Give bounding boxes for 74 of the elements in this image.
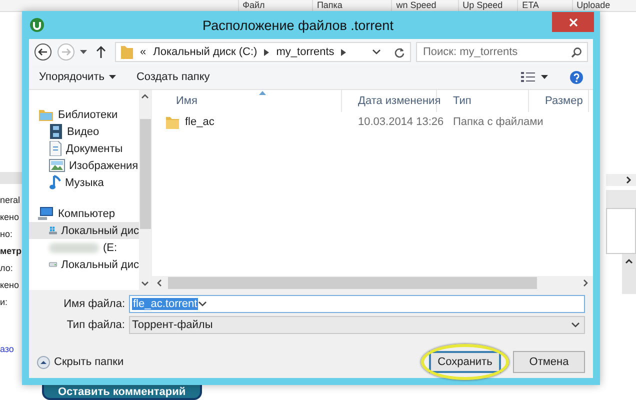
folder-icon — [121, 45, 133, 59]
sidebar-item[interactable]: Компьютер — [29, 205, 139, 222]
path-overflow[interactable]: « — [140, 46, 146, 58]
tab-strip — [606, 190, 636, 208]
vertical-scrollbar[interactable] — [622, 254, 636, 294]
sidebar-item[interactable]: Музыка — [29, 174, 139, 191]
comment-button[interactable]: Оставить комментарий — [42, 385, 202, 400]
field-label: ло: — [0, 263, 14, 273]
list-panel — [606, 208, 636, 254]
sidebar-item[interactable]: Локальный дис — [29, 256, 139, 273]
search-icon — [571, 47, 582, 58]
close-icon — [568, 18, 578, 26]
music-note-icon — [49, 175, 61, 190]
sort-arrow-icon — [258, 91, 266, 95]
splitter-bar — [0, 172, 22, 184]
chevron-down-icon[interactable] — [571, 322, 580, 328]
film-icon — [49, 124, 63, 139]
close-button[interactable] — [552, 12, 594, 32]
sidebar-item[interactable]: Документы — [29, 140, 139, 157]
new-folder-button[interactable]: Создать папку — [132, 69, 214, 85]
filetype-dropdown[interactable]: Торрент-файлы — [129, 316, 585, 334]
dropdown-caret-icon — [109, 75, 116, 79]
horizontal-scrollbar[interactable] — [606, 174, 636, 186]
link[interactable]: азо — [0, 344, 22, 354]
dialog-button[interactable]: Сохранить — [429, 351, 501, 373]
folder-icon — [166, 116, 179, 128]
help-icon[interactable] — [570, 70, 583, 84]
chevron-down-icon[interactable] — [372, 49, 381, 55]
drive-icon — [49, 260, 58, 269]
document-icon — [49, 141, 62, 156]
field-label: метр — [0, 246, 22, 256]
picture-icon — [49, 159, 65, 172]
sidebar-item[interactable]: (E: — [29, 239, 139, 256]
computer-icon — [38, 206, 54, 220]
dialog-button[interactable]: Отмена — [513, 351, 585, 373]
field-label: но: — [0, 229, 14, 239]
chevron-right-icon[interactable] — [341, 48, 346, 56]
list-view-icon[interactable] — [521, 72, 535, 82]
horizontal-scrollbar[interactable] — [152, 276, 593, 290]
chevron-down-icon[interactable] — [198, 301, 208, 307]
file-date: 10.03.2014 13:26 — [358, 116, 444, 128]
column-header[interactable]: Имя — [152, 90, 342, 112]
dropdown-caret-icon[interactable] — [80, 50, 87, 54]
breadcrumb[interactable]: my_torrents — [276, 46, 334, 58]
blurred-icon — [49, 242, 99, 252]
window-title: Расположение файлов .torrent — [202, 18, 394, 32]
sidebar-item[interactable]: Изображения — [29, 157, 139, 174]
sidebar-item[interactable]: Локальный дис — [29, 222, 139, 239]
sidebar-item[interactable]: Библиотеки — [29, 106, 139, 123]
address-bar[interactable]: « Локальный диск (C:) my_torrents — [115, 42, 411, 62]
field-label: кено — [0, 212, 20, 222]
field-label: кено — [0, 280, 20, 290]
column-header[interactable]: Размер — [529, 90, 589, 112]
file-type: Папка с файлами — [453, 116, 544, 128]
filetype-label: Тип файла: — [66, 319, 125, 331]
dropdown-caret-icon[interactable] — [541, 75, 548, 79]
hide-folders-button[interactable]: Скрыть папки — [37, 356, 124, 368]
chevron-right-icon[interactable] — [264, 48, 270, 56]
refresh-icon[interactable] — [394, 46, 405, 58]
file-name[interactable]: fle_ac — [185, 116, 214, 128]
field-label: и: — [0, 297, 9, 307]
vertical-scrollbar[interactable] — [139, 90, 151, 290]
collapse-icon — [37, 356, 50, 368]
field-label: neral — [0, 195, 22, 205]
search-field[interactable]: Поиск: my_torrents — [416, 42, 588, 62]
folder-icon — [38, 108, 54, 122]
app-logo-icon — [30, 18, 44, 32]
up-arrow-icon[interactable] — [96, 46, 106, 58]
filename-label: Имя файла: — [62, 298, 125, 310]
sidebar-item[interactable]: Видео — [29, 123, 139, 140]
filename-field[interactable]: fle_ac.torrent — [129, 295, 585, 313]
back-button[interactable] — [34, 43, 52, 61]
breadcrumb[interactable]: Локальный диск (C:) — [153, 46, 258, 58]
organize-menu[interactable]: Упорядочить — [35, 69, 120, 85]
